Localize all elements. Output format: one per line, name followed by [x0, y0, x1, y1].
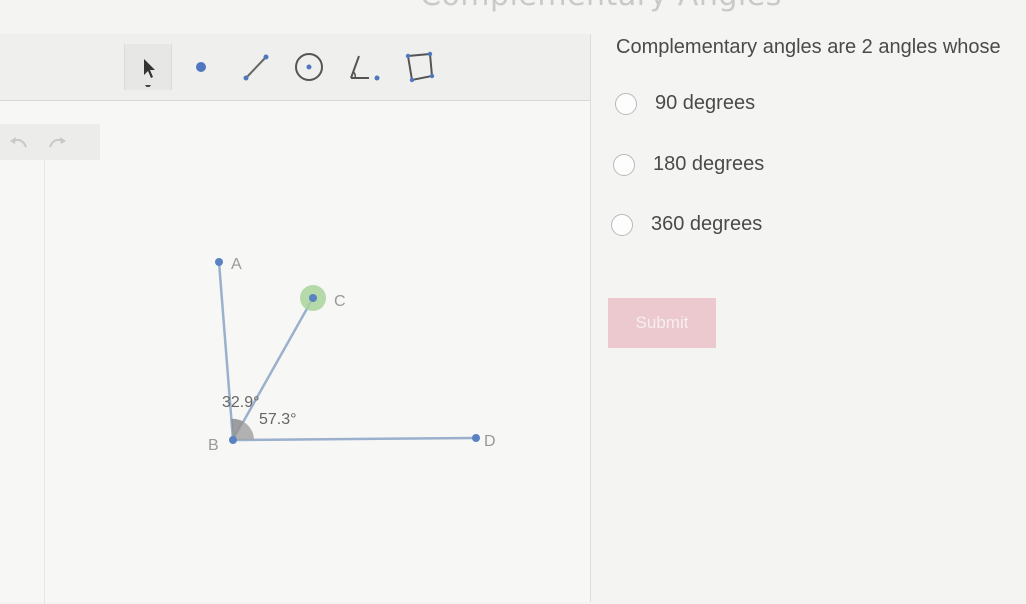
question-panel: Complementary angles are 2 angles whose …: [591, 0, 1026, 602]
option-180-degrees[interactable]: 180 degrees: [613, 153, 764, 176]
option-label: 360 degrees: [651, 213, 763, 235]
segment-tool-button[interactable]: [232, 44, 278, 90]
geometry-toolbar: [0, 34, 590, 101]
angle-cbd-value: 57.3°: [259, 411, 297, 428]
geometry-canvas[interactable]: A C B D 32.9° 57.3°: [0, 154, 590, 602]
angle-icon: [350, 55, 380, 81]
circle-icon: [295, 53, 323, 81]
point-tool-button[interactable]: [178, 44, 224, 90]
polygon-icon: [405, 51, 435, 83]
select-tool-button[interactable]: [124, 44, 172, 90]
segment-icon: [243, 54, 269, 81]
geometry-panel: A C B D 32.9° 57.3°: [0, 34, 591, 604]
point-a[interactable]: [215, 258, 223, 266]
option-90-degrees[interactable]: 90 degrees: [615, 92, 755, 115]
ray-bd[interactable]: [232, 436, 477, 442]
undo-icon[interactable]: [8, 133, 30, 151]
option-360-degrees[interactable]: 360 degrees: [611, 213, 762, 236]
point-b[interactable]: [229, 436, 237, 444]
label-c: C: [334, 293, 346, 310]
angle-abc-value: 32.9°: [222, 394, 260, 411]
label-b: B: [208, 437, 219, 454]
circle-tool-button[interactable]: [286, 44, 332, 90]
label-a: A: [231, 256, 242, 273]
option-label: 180 degrees: [653, 153, 765, 175]
angle-tool-button[interactable]: [340, 44, 386, 90]
point-c[interactable]: [309, 294, 317, 302]
point-icon: [196, 62, 206, 72]
radio-90-degrees[interactable]: [615, 92, 637, 115]
label-d: D: [484, 433, 496, 450]
submit-button[interactable]: Submit: [608, 298, 716, 348]
ray-ba[interactable]: [217, 261, 235, 441]
arrow-select-icon: [144, 59, 155, 87]
point-d[interactable]: [472, 434, 480, 442]
option-label: 90 degrees: [655, 92, 756, 114]
redo-icon[interactable]: [46, 133, 68, 151]
polygon-tool-button[interactable]: [396, 44, 442, 90]
radio-360-degrees[interactable]: [611, 213, 633, 236]
question-prompt: Complementary angles are 2 angles whose: [616, 36, 1001, 58]
radio-180-degrees[interactable]: [613, 153, 635, 176]
